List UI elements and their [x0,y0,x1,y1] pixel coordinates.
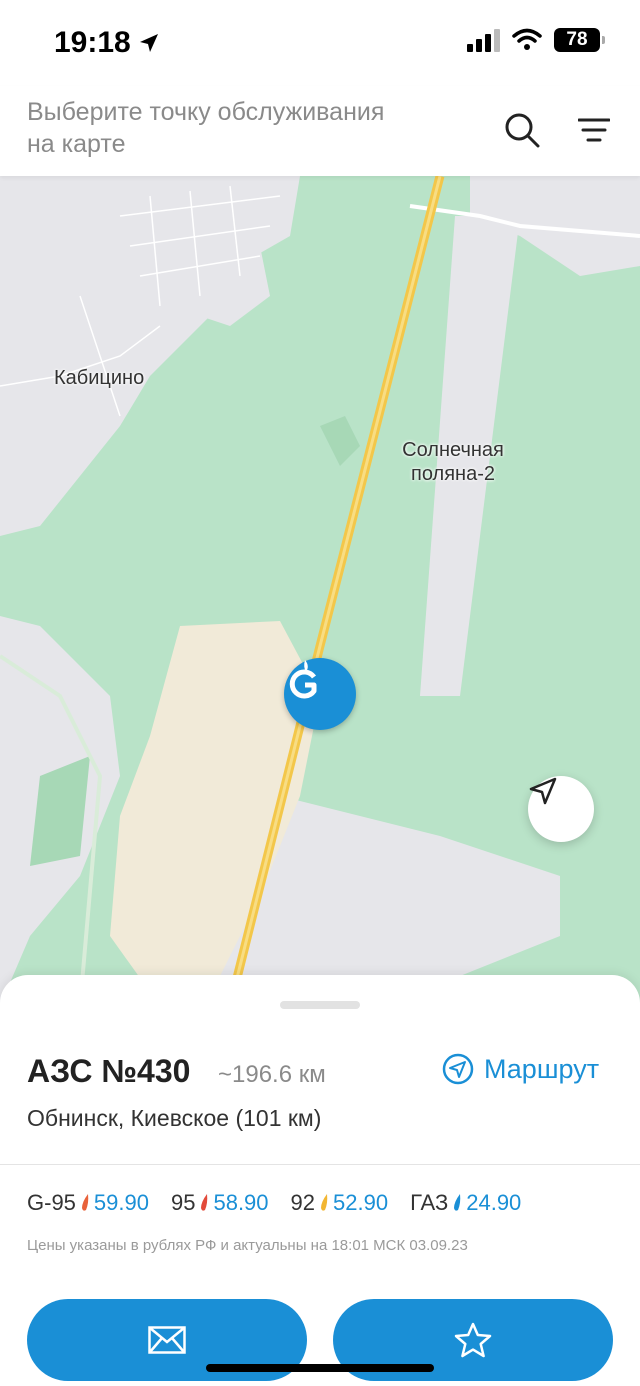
page-title: Выберите точку обслуживания на карте [27,98,385,158]
fuel-name: 95 [170,1190,196,1215]
my-location-button[interactable] [528,776,594,842]
envelope-icon [148,1326,186,1354]
fuel-name: ГАЗ [410,1190,449,1215]
battery-level: 78 [566,29,588,50]
station-address: Обнинск, Киевское (101 км) [27,1105,322,1131]
fuel-name: G-95 [27,1190,76,1215]
divider [0,1164,640,1165]
route-label: Маршрут [484,1053,600,1084]
gazprom-g-icon [289,660,317,699]
fuel-price: 52.90 [333,1190,389,1215]
price-item-92: 92 52.90 [291,1190,389,1216]
map-canvas [0,176,640,1006]
map[interactable]: Кабицино Солнечная поляна-2 [0,176,640,1006]
price-item-gas: ГАЗ 24.90 [410,1190,521,1216]
filter-button[interactable] [572,108,616,152]
fuel-prices: G-95 59.90 95 58.90 92 52.90 ГАЗ 24.90 [27,1190,543,1216]
sheet-drag-handle[interactable] [280,1001,360,1009]
map-label-solnechnaya: Солнечная поляна-2 [402,439,504,485]
fuel-price: 58.90 [213,1190,269,1215]
status-indicators: 78 [467,28,605,52]
settlement-area-kabitsino [0,176,300,536]
route-icon [442,1053,474,1085]
fuel-drop-icon [319,1193,329,1213]
status-time: 19:18 [54,26,161,60]
station-bottom-sheet: АЗС №430 ~196.6 км Маршрут Обнинск, Киев… [0,975,640,1386]
fuel-drop-icon [80,1193,90,1213]
fuel-drop-icon [452,1193,462,1213]
navigation-arrow-icon [529,777,557,805]
station-marker[interactable] [284,658,356,730]
map-label-kabitsino: Кабицино [54,367,145,389]
fuel-name: 92 [290,1190,316,1215]
wifi-icon [512,28,542,50]
cellular-signal-icon [467,28,500,52]
search-button[interactable] [500,108,544,152]
forest-patch [320,416,360,466]
route-button[interactable]: Маршрут [442,1053,599,1085]
station-title: АЗС №430 [27,1053,191,1089]
fuel-price: 24.90 [466,1190,522,1215]
fuel-drop-icon [199,1193,209,1213]
star-icon [454,1322,492,1358]
price-item-g95: G-95 59.90 [27,1190,149,1216]
status-time-text: 19:18 [54,26,131,59]
header: Выберите точку обслуживания на карте [0,86,640,176]
search-icon [505,113,540,148]
price-note: Цены указаны в рублях РФ и актуальны на … [27,1237,468,1254]
station-distance: ~196.6 км [218,1061,326,1088]
price-item-95: 95 58.90 [171,1190,269,1216]
filter-icon [578,118,610,142]
location-arrow-icon [139,34,158,52]
home-indicator[interactable] [206,1364,434,1372]
status-bar: 19:18 78 [0,0,640,86]
fuel-price: 59.90 [93,1190,149,1215]
battery-icon: 78 [554,28,605,52]
